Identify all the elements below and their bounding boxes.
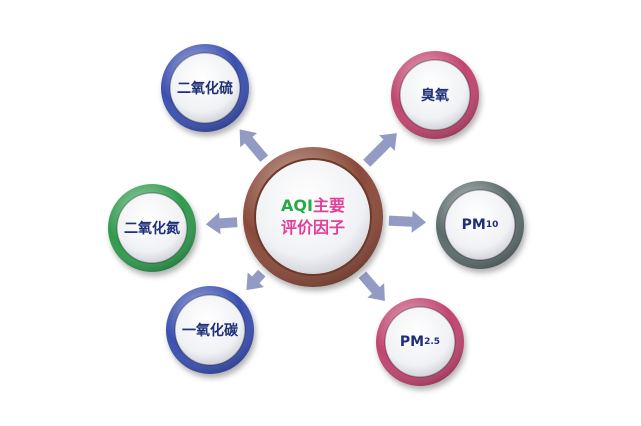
arrow-o3 [363,133,397,167]
hub-circle [243,147,383,287]
circle-pm10 [436,181,524,269]
circle-no2 [108,184,196,272]
circle-pm25 [376,298,464,386]
arrow-pm25 [358,271,385,301]
arrow-co [246,269,266,291]
circle-co [166,286,254,374]
aqi-diagram: AQI主要 评价因子 二氧化硫 臭氧 二氧化氮 PM 10 一氧化碳 PM 2.5 [0,0,641,426]
circle-so2 [161,44,249,132]
arrow-no2 [205,212,238,235]
circle-o3 [391,51,479,139]
arrow-so2 [239,129,269,162]
arrow-pm10 [388,210,427,233]
diagram-canvas [108,44,524,386]
